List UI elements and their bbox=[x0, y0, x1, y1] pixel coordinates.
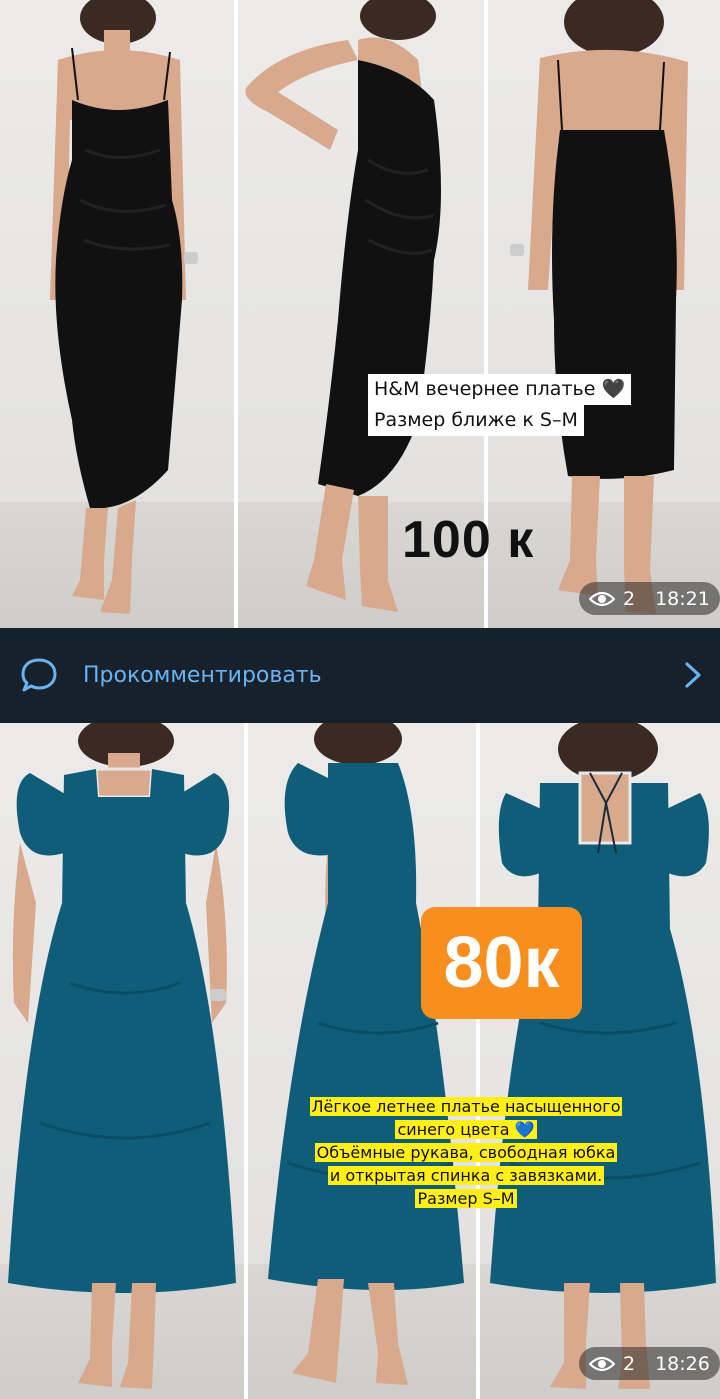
black-dress-front-figure bbox=[50, 0, 198, 614]
post-time: 18:26 bbox=[655, 1352, 710, 1375]
post-black-dress[interactable]: H&M вечернее платье 🖤 Размер ближе к S–M… bbox=[0, 0, 720, 628]
views-count: 2 bbox=[623, 1352, 636, 1375]
caption-line-4: и открытая спинка с завязками. bbox=[327, 1166, 605, 1185]
post-blue-dress[interactable]: 80к 2 18:26 bbox=[0, 723, 720, 1399]
post2-meta: 2 18:26 bbox=[579, 1347, 720, 1380]
post2-caption: Лёгкое летнее платье насыщенного синего … bbox=[288, 1095, 644, 1210]
views-eye-icon bbox=[589, 591, 615, 606]
caption-line-2: синего цвета 💙 bbox=[395, 1120, 537, 1139]
price-badge: 80к bbox=[421, 907, 582, 1019]
photo-blue-dress-front[interactable] bbox=[0, 723, 244, 1399]
blue-dress-side-figure bbox=[268, 723, 464, 1385]
caption-line-3: Объёмные рукава, свободная юбка bbox=[314, 1143, 618, 1162]
caption-line-5: Размер S–M bbox=[415, 1189, 517, 1208]
blue-dress-front-figure bbox=[8, 723, 236, 1389]
post1-meta: 2 18:21 bbox=[579, 582, 720, 615]
post-time: 18:21 bbox=[655, 587, 710, 610]
caption-line-1: Лёгкое летнее платье насыщенного bbox=[309, 1097, 623, 1116]
caption-line-2: Размер ближе к S–M bbox=[368, 405, 584, 436]
price-label: 100 к bbox=[402, 511, 535, 569]
comment-button[interactable]: Прокомментировать bbox=[0, 628, 720, 723]
caption-line-1: H&M вечернее платье 🖤 bbox=[368, 374, 632, 405]
views-count: 2 bbox=[623, 587, 636, 610]
chat-bubble-icon bbox=[21, 658, 57, 692]
photo-blue-dress-side[interactable] bbox=[248, 723, 476, 1399]
photo-blue-dress-back[interactable] bbox=[480, 723, 720, 1399]
post1-caption: H&M вечернее платье 🖤 Размер ближе к S–M bbox=[368, 374, 632, 436]
photo-black-dress-front[interactable] bbox=[0, 0, 234, 628]
chevron-right-icon bbox=[685, 662, 701, 688]
views-eye-icon bbox=[589, 1356, 615, 1371]
comment-label: Прокомментировать bbox=[83, 663, 322, 688]
blue-dress-back-figure bbox=[490, 723, 716, 1389]
